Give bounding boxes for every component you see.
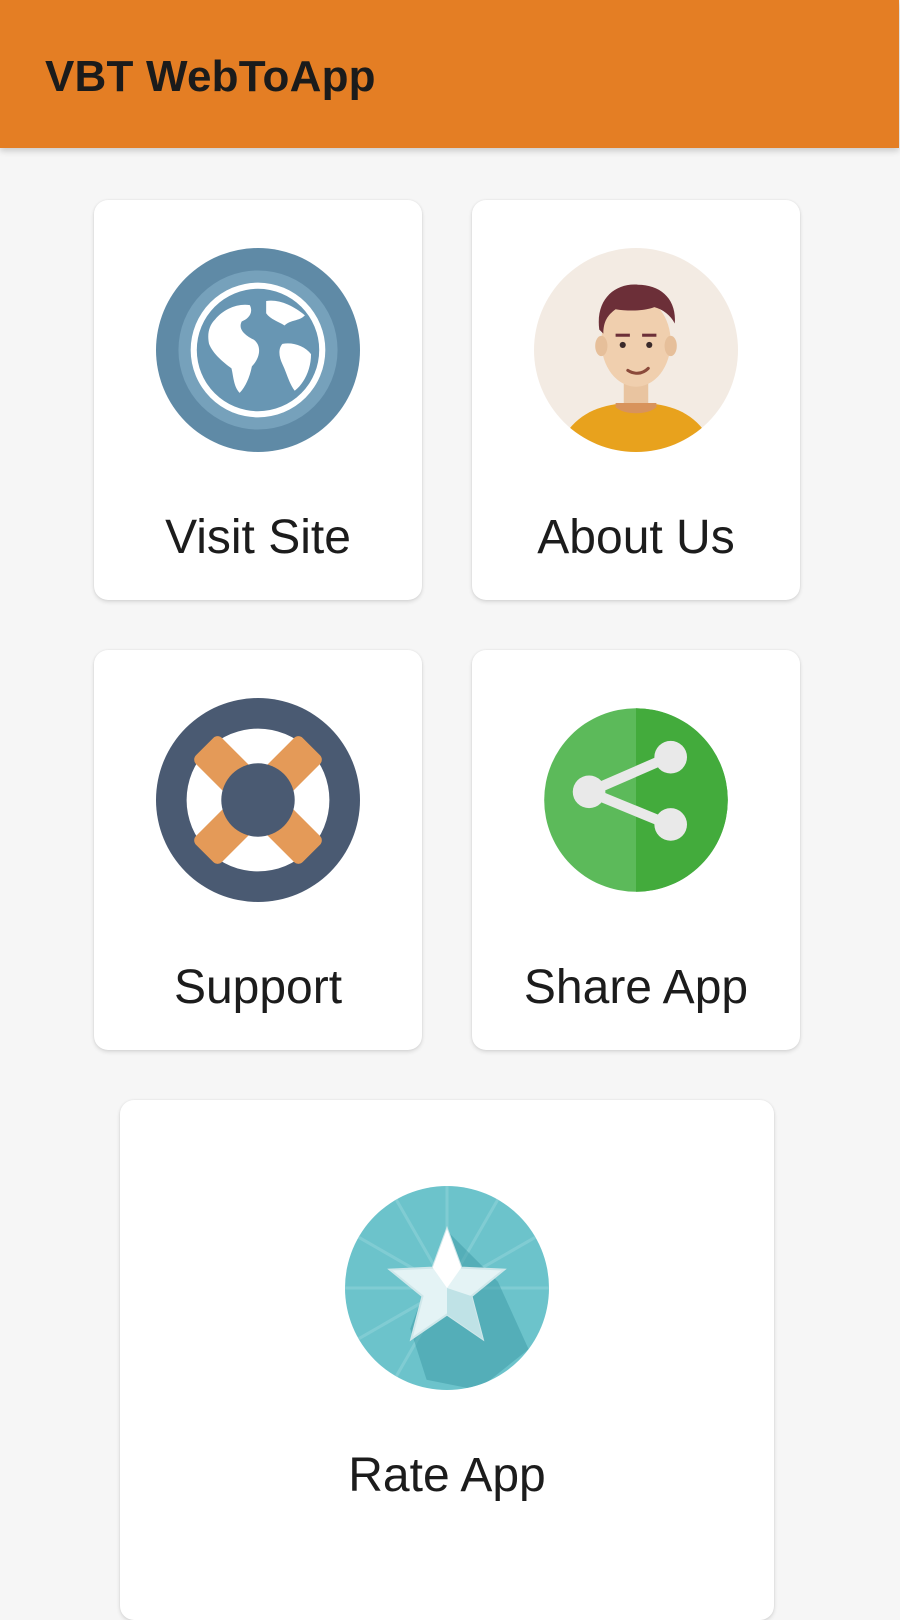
about-us-label: About Us [537,511,735,564]
support-label: Support [173,961,343,1014]
rate-app-card[interactable]: Rate App [120,1100,774,1620]
star-icon [345,1186,549,1390]
app-bar: VBT WebToApp [0,0,899,148]
about-us-card[interactable]: About Us [472,200,800,600]
share-icon [534,698,738,902]
support-card[interactable]: Support [94,650,422,1050]
globe-icon [156,248,360,452]
app-title: VBT WebToApp [45,52,376,101]
visit-site-card[interactable]: Visit Site [94,200,422,600]
share-app-card[interactable]: Share App [472,650,800,1050]
person-avatar-icon [534,248,738,452]
lifebuoy-icon [156,698,360,902]
visit-site-label: Visit Site [165,511,351,564]
share-app-label: Share App [523,961,749,1014]
rate-app-label: Rate App [348,1449,546,1502]
